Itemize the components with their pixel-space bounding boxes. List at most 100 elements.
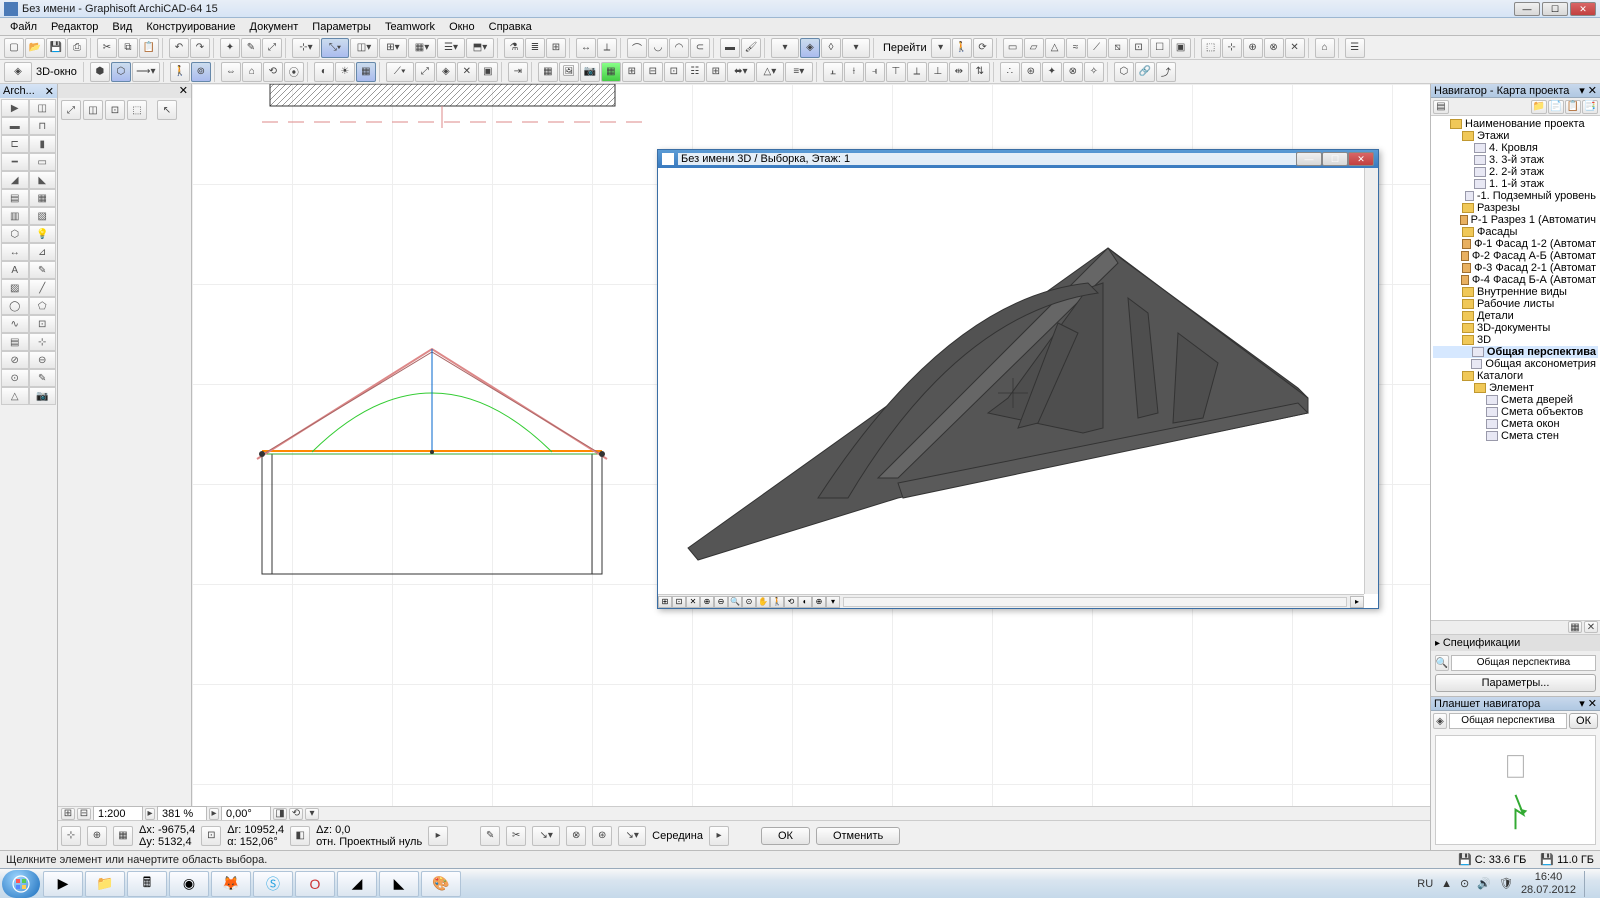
t2-x[interactable]: ☷: [685, 62, 705, 82]
sr-a[interactable]: ⊞: [61, 808, 75, 820]
task-firefox[interactable]: 🦊: [211, 871, 251, 897]
task-chrome[interactable]: ◉: [169, 871, 209, 897]
tool-text[interactable]: A: [1, 261, 29, 279]
tb-k[interactable]: ⊹: [1222, 38, 1242, 58]
cancel-button[interactable]: Отменить: [816, 827, 900, 845]
tree-item[interactable]: -1. Подземный уровень: [1433, 190, 1598, 202]
sr-f[interactable]: ⟲: [289, 808, 303, 820]
t2-m[interactable]: ◈: [436, 62, 456, 82]
grid-icon[interactable]: ⊞: [546, 38, 566, 58]
t2-u[interactable]: ⊞: [622, 62, 642, 82]
tb-g[interactable]: ⊡: [1129, 38, 1149, 58]
cr-l[interactable]: ↘▾: [618, 826, 646, 846]
show-desktop[interactable]: [1584, 871, 1592, 897]
floating-3d-window[interactable]: Без имени 3D / Выборка, Этаж: 1 — ☐ ✕: [657, 149, 1379, 609]
toolbox-close-icon[interactable]: ✕: [45, 85, 54, 98]
t2-n[interactable]: ✕: [457, 62, 477, 82]
fw-t10[interactable]: ⟲: [784, 596, 798, 608]
tree-item[interactable]: 2. 2-й этаж: [1433, 166, 1598, 178]
t2-i[interactable]: ◐: [314, 62, 334, 82]
arc3-icon[interactable]: ◠: [669, 38, 689, 58]
tool-poly[interactable]: ⬠: [29, 297, 57, 315]
ib-b[interactable]: ◫: [83, 100, 103, 120]
wall-icon[interactable]: ▬: [720, 38, 740, 58]
t2-f[interactable]: ⌂: [242, 62, 262, 82]
tb-j[interactable]: ⬚: [1201, 38, 1221, 58]
tree-item[interactable]: Разрезы: [1433, 202, 1598, 214]
navigator-tree[interactable]: Наименование проектаЭтажи4. Кровля3. 3-й…: [1431, 116, 1600, 620]
t2-aj[interactable]: ⤴: [1156, 62, 1176, 82]
t2-ah[interactable]: ⬡: [1114, 62, 1134, 82]
tree-item[interactable]: Общая аксонометрия: [1433, 358, 1598, 370]
tree-item[interactable]: Общая перспектива: [1433, 346, 1598, 358]
fw-t1[interactable]: ⊞: [658, 596, 672, 608]
t2-y[interactable]: ⊞: [706, 62, 726, 82]
menu-file[interactable]: Файл: [4, 20, 43, 34]
tool-shell[interactable]: ◣: [29, 171, 57, 189]
fw-t12[interactable]: ⊕: [812, 596, 826, 608]
tool6-icon[interactable]: ☰▾: [437, 38, 465, 58]
tb-m[interactable]: ⊗: [1264, 38, 1284, 58]
tool-wall[interactable]: ▬: [1, 117, 29, 135]
planner-view[interactable]: Общая перспектива: [1449, 713, 1567, 729]
tb-b[interactable]: ▱: [1024, 38, 1044, 58]
cut-icon[interactable]: ✂: [97, 38, 117, 58]
t2-aa[interactable]: △▾: [756, 62, 784, 82]
tray-lang[interactable]: RU: [1417, 878, 1433, 890]
paste-icon[interactable]: 📋: [139, 38, 159, 58]
tool-level[interactable]: ⊿: [29, 243, 57, 261]
t2-r[interactable]: 🖼: [559, 62, 579, 82]
sr-c[interactable]: ▸: [145, 808, 155, 820]
task-opera[interactable]: O: [295, 871, 335, 897]
task-calc[interactable]: 🖩: [127, 871, 167, 897]
tool2-icon[interactable]: ⤡▾: [321, 38, 349, 58]
fw-t7[interactable]: ⊙: [742, 596, 756, 608]
undo-icon[interactable]: ↶: [169, 38, 189, 58]
tree-item[interactable]: Рабочие листы: [1433, 298, 1598, 310]
tb-h[interactable]: ☐: [1150, 38, 1170, 58]
t2-ag[interactable]: ✧: [1084, 62, 1104, 82]
tool-camera[interactable]: 📷: [29, 387, 57, 405]
fw-titlebar[interactable]: Без имени 3D / Выборка, Этаж: 1 — ☐ ✕: [658, 150, 1378, 168]
pl-icon[interactable]: ◈: [1433, 713, 1447, 729]
tree-item[interactable]: Элемент: [1433, 382, 1598, 394]
dropdown1-icon[interactable]: ▾: [771, 38, 799, 58]
cr-e[interactable]: ◧: [290, 826, 310, 846]
nav-close-icon[interactable]: ✕: [1588, 85, 1597, 97]
tool5-icon[interactable]: ▦▾: [408, 38, 436, 58]
t2-p[interactable]: ⇥: [508, 62, 528, 82]
tray-network-icon[interactable]: 🛡: [1499, 877, 1513, 890]
tool-drawing[interactable]: ▤: [1, 333, 29, 351]
tree-item[interactable]: Смета окон: [1433, 418, 1598, 430]
tool-dim[interactable]: ↔: [1, 243, 29, 261]
info-close-icon[interactable]: ✕: [179, 85, 188, 97]
tool-section[interactable]: ⊘: [1, 351, 29, 369]
context-3d-icon[interactable]: ◈: [4, 62, 32, 82]
arc2-icon[interactable]: ◡: [648, 38, 668, 58]
tool-arc[interactable]: ◯: [1, 297, 29, 315]
cr-k[interactable]: ⊛: [592, 826, 612, 846]
fw-viewport[interactable]: [658, 168, 1364, 594]
sr-b[interactable]: ⊟: [77, 808, 91, 820]
tool-cwall[interactable]: ▥: [1, 207, 29, 225]
ib-a[interactable]: ⤢: [61, 100, 81, 120]
tool-figure[interactable]: ⊡: [29, 315, 57, 333]
fw-scrollbar-vertical[interactable]: [1364, 168, 1378, 594]
t2-k[interactable]: ⟋▾: [386, 62, 414, 82]
t2-b[interactable]: ⬡: [111, 62, 131, 82]
tree-item[interactable]: 4. Кровля: [1433, 142, 1598, 154]
nav-pin-icon[interactable]: ▾: [1579, 85, 1585, 97]
tree-item[interactable]: Внутренние виды: [1433, 286, 1598, 298]
sr-d[interactable]: ▸: [209, 808, 219, 820]
copy-icon[interactable]: ⧉: [118, 38, 138, 58]
walk-icon[interactable]: 🚶: [952, 38, 972, 58]
tree-item[interactable]: Смета дверей: [1433, 394, 1598, 406]
open-icon[interactable]: 📂: [25, 38, 45, 58]
tree-item[interactable]: Фасады: [1433, 226, 1598, 238]
t2-sun-icon[interactable]: ☀: [335, 62, 355, 82]
tree-item[interactable]: Ф-4 Фасад Б-А (Автомат: [1433, 274, 1598, 286]
task-mediaplayer[interactable]: ▶: [43, 871, 83, 897]
fw-t9[interactable]: 🚶: [770, 596, 784, 608]
cube-icon[interactable]: ◈: [800, 38, 820, 58]
tool-detail[interactable]: ⊙: [1, 369, 29, 387]
